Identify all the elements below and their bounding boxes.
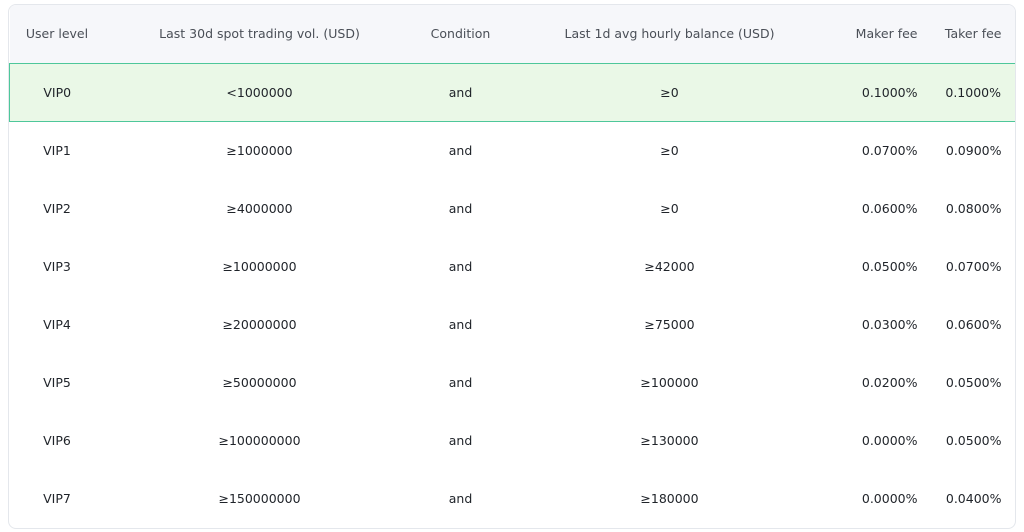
cell-trading-volume: ≥20000000 bbox=[222, 316, 297, 332]
cell-hourly-balance: ≥100000 bbox=[640, 374, 699, 390]
cell-hourly-balance: ≥180000 bbox=[640, 490, 699, 506]
cell-taker-fee: 0.0400% bbox=[945, 490, 1002, 506]
cell-taker-fee: 0.0800% bbox=[945, 200, 1002, 216]
cell-maker-fee: 0.0500% bbox=[861, 258, 918, 274]
cell-maker-fee: 0.0300% bbox=[861, 316, 918, 332]
table-row: VIP7 ≥150000000 and ≥180000 0.0000% 0.04… bbox=[10, 469, 1016, 527]
cell-taker-fee: 0.0900% bbox=[945, 142, 1002, 158]
cell-maker-fee: 0.0000% bbox=[861, 432, 918, 448]
cell-user-level: VIP3 bbox=[43, 258, 71, 274]
cell-taker-fee: 0.0600% bbox=[945, 316, 1002, 332]
cell-hourly-balance: ≥75000 bbox=[644, 316, 695, 332]
cell-maker-fee: 0.1000% bbox=[832, 62, 928, 122]
cell-maker-fee: 0.0600% bbox=[861, 200, 918, 216]
cell-user-level: VIP0 bbox=[9, 62, 105, 122]
cell-condition: and bbox=[448, 316, 473, 332]
header-row: User level Last 30d spot trading vol. (U… bbox=[9, 5, 1015, 63]
cell-taker-fee: 0.1000% bbox=[927, 62, 1015, 122]
cell-taker-fee: 0.0500% bbox=[945, 432, 1002, 448]
cell-trading-volume: ≥150000000 bbox=[218, 490, 301, 506]
header-maker-fee: Maker fee bbox=[855, 26, 918, 42]
cell-condition: and bbox=[448, 374, 473, 390]
cell-condition: and bbox=[448, 258, 473, 274]
table-body: VIP0 <1000000 and ≥0 0.1000% 0.1000% VIP… bbox=[9, 62, 1016, 527]
cell-hourly-balance: ≥0 bbox=[660, 142, 679, 158]
cell-user-level: VIP1 bbox=[43, 142, 71, 158]
cell-trading-volume: ≥10000000 bbox=[222, 258, 297, 274]
cell-condition: and bbox=[448, 200, 473, 216]
cell-trading-volume: ≥50000000 bbox=[222, 374, 297, 390]
cell-hourly-balance: ≥42000 bbox=[644, 258, 695, 274]
table-row: VIP5 ≥50000000 and ≥100000 0.0200% 0.050… bbox=[10, 353, 1016, 411]
fee-table-card: User level Last 30d spot trading vol. (U… bbox=[8, 4, 1016, 529]
table-row: VIP3 ≥10000000 and ≥42000 0.0500% 0.0700… bbox=[10, 237, 1016, 295]
cell-trading-volume: ≥1000000 bbox=[226, 142, 293, 158]
cell-user-level: VIP7 bbox=[43, 490, 71, 506]
table-header: User level Last 30d spot trading vol. (U… bbox=[9, 5, 1015, 63]
header-taker-fee: Taker fee bbox=[944, 26, 1002, 42]
cell-trading-volume: ≥4000000 bbox=[226, 200, 293, 216]
table-row: VIP0 <1000000 and ≥0 0.1000% 0.1000% bbox=[9, 62, 1015, 122]
cell-condition: and bbox=[448, 142, 473, 158]
cell-taker-fee: 0.0500% bbox=[945, 374, 1002, 390]
cell-maker-fee: 0.0700% bbox=[861, 142, 918, 158]
cell-trading-volume: ≥100000000 bbox=[218, 432, 301, 448]
header-hourly-balance: Last 1d avg hourly balance (USD) bbox=[564, 26, 775, 42]
cell-condition: and bbox=[448, 432, 473, 448]
table-row: VIP1 ≥1000000 and ≥0 0.0700% 0.0900% bbox=[10, 121, 1016, 179]
cell-hourly-balance: ≥130000 bbox=[640, 432, 699, 448]
cell-maker-fee: 0.0000% bbox=[861, 490, 918, 506]
cell-taker-fee: 0.0700% bbox=[945, 258, 1002, 274]
header-trading-volume: Last 30d spot trading vol. (USD) bbox=[159, 26, 360, 42]
cell-hourly-balance: ≥0 bbox=[506, 62, 833, 122]
table-row: VIP4 ≥20000000 and ≥75000 0.0300% 0.0600… bbox=[10, 295, 1016, 353]
cell-hourly-balance: ≥0 bbox=[660, 200, 679, 216]
cell-trading-volume: <1000000 bbox=[104, 62, 415, 122]
cell-condition: and bbox=[414, 62, 507, 122]
table-row: VIP2 ≥4000000 and ≥0 0.0600% 0.0800% bbox=[10, 179, 1016, 237]
cell-user-level: VIP5 bbox=[43, 374, 71, 390]
cell-maker-fee: 0.0200% bbox=[861, 374, 918, 390]
cell-user-level: VIP6 bbox=[43, 432, 71, 448]
header-user-level: User level bbox=[25, 26, 89, 42]
cell-user-level: VIP4 bbox=[43, 316, 71, 332]
header-condition: Condition bbox=[430, 26, 491, 42]
cell-user-level: VIP2 bbox=[43, 200, 71, 216]
cell-condition: and bbox=[448, 490, 473, 506]
vip-fee-table: User level Last 30d spot trading vol. (U… bbox=[9, 5, 1016, 527]
table-row: VIP6 ≥100000000 and ≥130000 0.0000% 0.05… bbox=[10, 411, 1016, 469]
